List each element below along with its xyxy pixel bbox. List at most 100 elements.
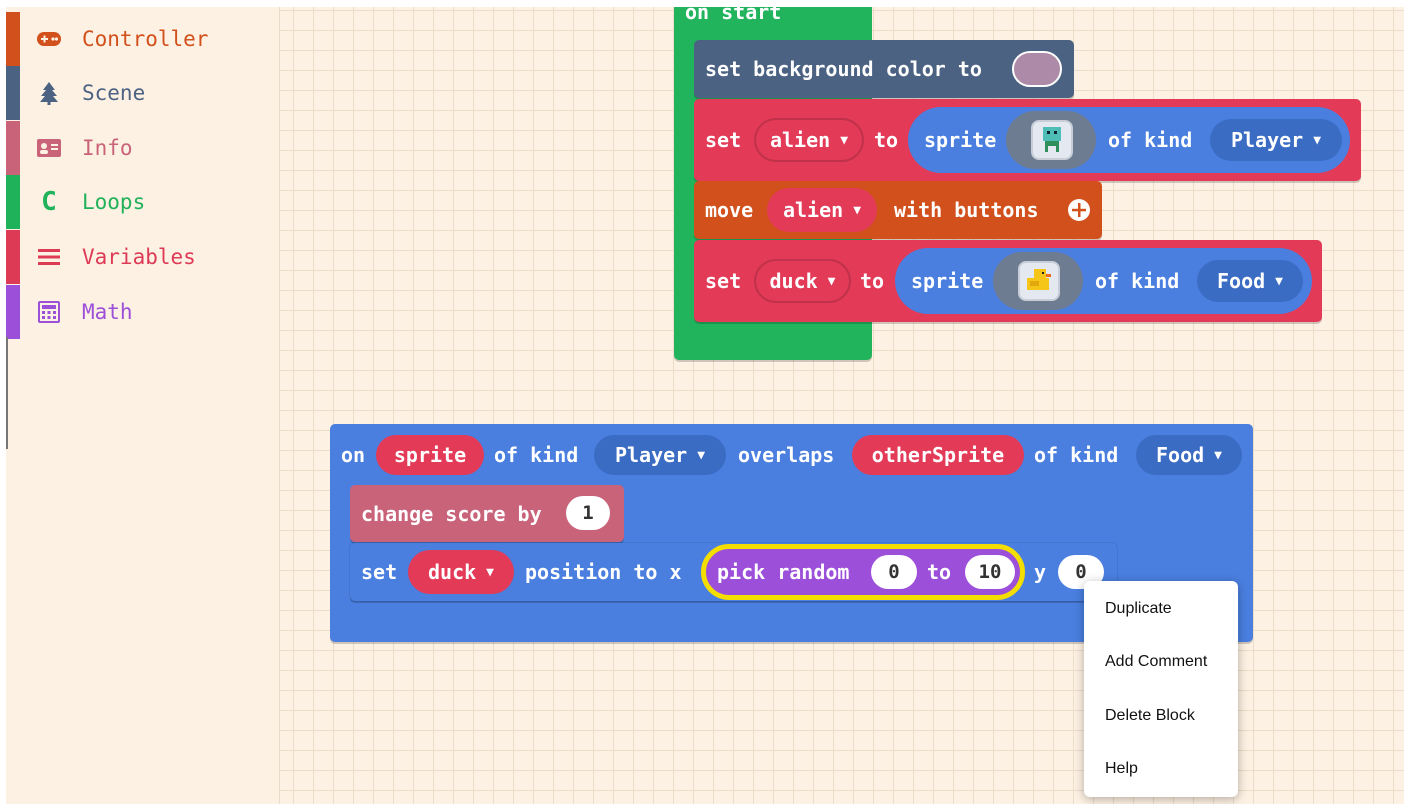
duck-sprite-icon <box>1018 261 1060 301</box>
change-score-label: change score by <box>361 502 542 526</box>
makecode-editor: Controller Scene Info C Loops Variables … <box>6 7 1404 804</box>
sprite-image-slot[interactable] <box>1006 111 1096 169</box>
kind-dropdown-player[interactable]: Player ▼ <box>594 435 726 475</box>
category-color-bar <box>6 66 20 120</box>
set-background-label: set background color to <box>705 57 982 81</box>
category-label: Math <box>82 300 133 324</box>
category-info[interactable]: Info <box>6 121 279 175</box>
to-keyword: to <box>927 560 952 584</box>
dropdown-arrow-icon: ▼ <box>697 447 706 463</box>
variable-dropdown-alien[interactable]: alien ▼ <box>767 188 877 232</box>
overlaps-keyword: overlaps <box>738 443 835 467</box>
change-score-block[interactable]: change score by 1 <box>350 485 624 542</box>
category-controller[interactable]: Controller <box>6 12 279 66</box>
loop-arrow-icon: C <box>41 187 57 217</box>
sprite-reporter[interactable]: sprite of kind Food ▼ <box>895 248 1312 314</box>
variable-dropdown-duck[interactable]: duck ▼ <box>408 550 514 594</box>
pick-random-block[interactable]: pick random 0 to 10 <box>701 544 1025 600</box>
expand-plus-icon[interactable] <box>1066 197 1092 223</box>
variable-name: alien <box>782 198 844 222</box>
position-to-x-label: position to x <box>525 560 682 584</box>
kind-name: Food <box>1156 443 1205 467</box>
kind-name: Player <box>614 443 688 467</box>
variable-name: alien <box>769 128 831 152</box>
category-label: Scene <box>82 81 146 105</box>
set-keyword: set <box>705 128 742 152</box>
of-kind-keyword: of kind <box>1095 269 1180 293</box>
kind-name: Food <box>1217 269 1266 293</box>
block-context-menu: Duplicate Add Comment Delete Block Help <box>1084 581 1238 797</box>
random-min-input[interactable]: 0 <box>871 555 917 589</box>
menu-item-duplicate[interactable]: Duplicate <box>1105 600 1172 618</box>
alien-sprite-icon <box>1031 120 1073 160</box>
dropdown-arrow-icon: ▼ <box>840 132 849 148</box>
menu-item-add-comment[interactable]: Add Comment <box>1105 653 1207 671</box>
on-start-label: on start <box>685 7 782 24</box>
to-keyword: to <box>860 269 885 293</box>
category-label: Controller <box>82 27 209 51</box>
other-sprite-parameter[interactable]: otherSprite <box>852 435 1024 475</box>
toolbox-scroll-edge <box>6 337 8 449</box>
pick-random-label: pick random <box>717 560 850 584</box>
set-alien-sprite-block[interactable]: set alien ▼ to sprite of kind Player ▼ <box>694 99 1361 181</box>
set-position-block[interactable]: set duck ▼ position to x pick random 0 to… <box>350 543 1117 601</box>
y-label: y <box>1034 560 1047 584</box>
of-kind-keyword: of kind <box>1034 443 1119 467</box>
category-color-bar <box>6 230 20 284</box>
category-label: Variables <box>82 245 196 269</box>
move-with-buttons-block[interactable]: move alien ▼ with buttons <box>694 181 1102 239</box>
score-amount-input[interactable]: 1 <box>566 496 610 530</box>
list-lines-icon <box>36 244 62 270</box>
kind-dropdown-food[interactable]: Food ▼ <box>1197 260 1303 302</box>
set-keyword: set <box>361 560 398 584</box>
sprite-reporter[interactable]: sprite of kind Player ▼ <box>908 107 1350 173</box>
on-keyword: on <box>341 443 366 467</box>
dropdown-arrow-icon: ▼ <box>1214 447 1222 463</box>
kind-dropdown-food[interactable]: Food ▼ <box>1136 435 1242 475</box>
parameter-name: sprite <box>393 443 467 467</box>
tree-icon <box>36 80 62 106</box>
to-keyword: to <box>874 128 899 152</box>
move-keyword: move <box>705 198 754 222</box>
parameter-name: otherSprite <box>871 443 1005 467</box>
dropdown-arrow-icon: ▼ <box>486 564 494 580</box>
sprite-parameter[interactable]: sprite <box>376 435 484 475</box>
dropdown-arrow-icon: ▼ <box>827 273 836 289</box>
variable-dropdown-alien[interactable]: alien ▼ <box>754 118 864 162</box>
gamepad-icon <box>36 26 62 52</box>
category-scene[interactable]: Scene <box>6 66 279 120</box>
menu-item-help[interactable]: Help <box>1105 760 1138 778</box>
dropdown-arrow-icon: ▼ <box>1313 132 1322 148</box>
kind-dropdown-player[interactable]: Player ▼ <box>1210 119 1342 161</box>
set-background-color-block[interactable]: set background color to <box>694 40 1074 98</box>
category-variables[interactable]: Variables <box>6 230 279 284</box>
of-kind-keyword: of kind <box>1108 128 1193 152</box>
sprite-keyword: sprite <box>924 128 997 152</box>
category-color-bar <box>6 285 20 339</box>
category-math[interactable]: Math <box>6 285 279 339</box>
id-card-icon <box>36 135 62 161</box>
blocks-workspace[interactable]: on start set background color to set ali… <box>280 7 1404 804</box>
of-kind-keyword: of kind <box>494 443 579 467</box>
variable-dropdown-duck[interactable]: duck ▼ <box>754 259 851 303</box>
kind-name: Player <box>1230 128 1304 152</box>
variable-name: duck <box>428 560 477 584</box>
random-max-input[interactable]: 10 <box>965 555 1015 589</box>
category-label: Loops <box>82 190 146 214</box>
color-swatch[interactable] <box>1012 51 1062 87</box>
toolbox: Controller Scene Info C Loops Variables … <box>6 7 280 804</box>
category-loops[interactable]: C Loops <box>6 175 279 229</box>
variable-name: duck <box>769 269 818 293</box>
calculator-icon <box>36 299 62 325</box>
sprite-image-slot[interactable] <box>993 252 1083 310</box>
category-color-bar <box>6 175 20 229</box>
set-keyword: set <box>705 269 742 293</box>
set-duck-sprite-block[interactable]: set duck ▼ to sprite of kind Food ▼ <box>694 240 1322 322</box>
category-label: Info <box>82 136 133 160</box>
category-color-bar <box>6 121 20 175</box>
dropdown-arrow-icon: ▼ <box>853 202 862 218</box>
menu-item-delete-block[interactable]: Delete Block <box>1105 707 1195 725</box>
sprite-keyword: sprite <box>911 269 984 293</box>
with-buttons-label: with buttons <box>894 198 1039 222</box>
dropdown-arrow-icon: ▼ <box>1275 273 1283 289</box>
